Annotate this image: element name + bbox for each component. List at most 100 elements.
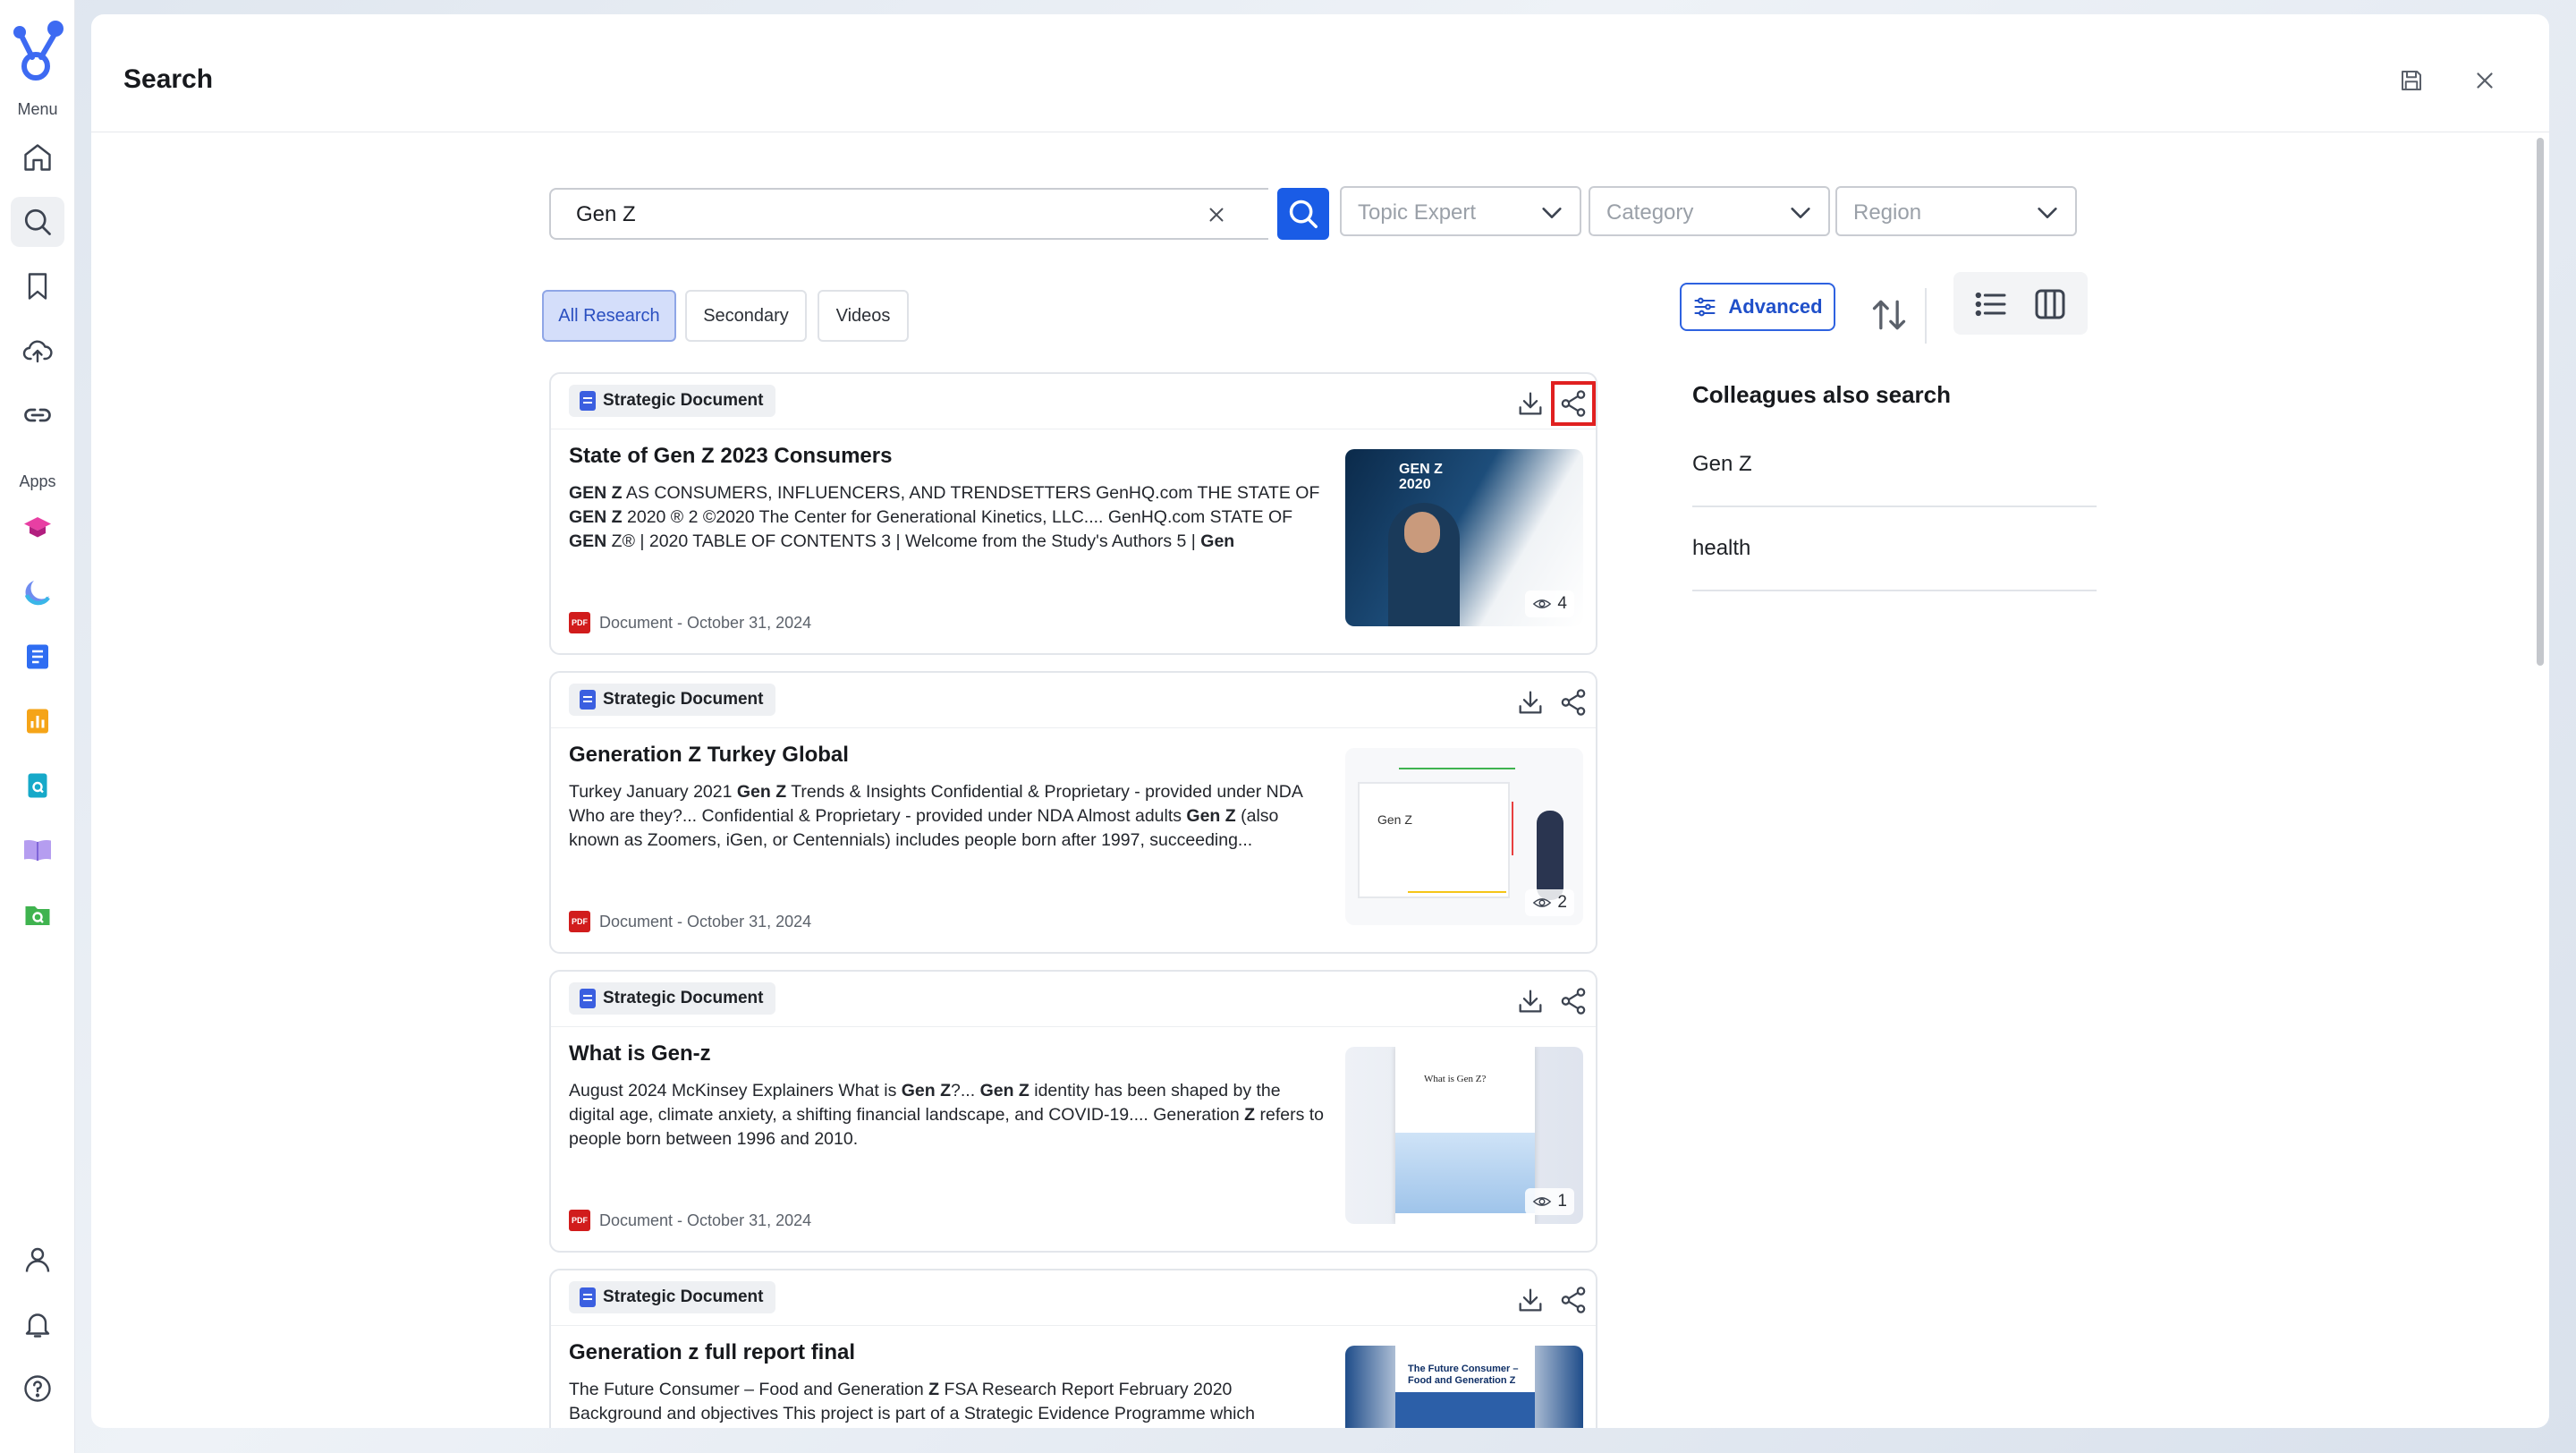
search-icon (1289, 200, 1318, 228)
region-select[interactable]: Region (1835, 186, 2077, 236)
app-analytics[interactable] (11, 567, 64, 617)
form-app-icon (27, 644, 48, 669)
card-topbar: Strategic Document (551, 673, 1596, 728)
result-thumbnail[interactable]: GEN Z 2020 4 (1345, 449, 1583, 626)
view-count: 1 (1525, 1188, 1574, 1215)
advanced-label: Advanced (1728, 295, 1823, 318)
share-button[interactable] (1556, 1283, 1590, 1317)
download-button[interactable] (1513, 387, 1547, 421)
chevron-down-icon (2038, 208, 2057, 218)
result-title[interactable]: State of Gen Z 2023 Consumers (569, 444, 892, 469)
help-nav[interactable] (11, 1364, 64, 1414)
app-library[interactable] (11, 825, 64, 875)
thumbnail-line (1399, 768, 1515, 769)
column-view-icon[interactable] (2032, 286, 2068, 322)
crescent-app-icon (24, 577, 53, 606)
thumbnail-title: The Future Consumer – Food and Generatio… (1408, 1364, 1519, 1386)
result-card[interactable]: Strategic Document State of Gen Z 2023 C… (549, 372, 1597, 655)
share-button[interactable] (1551, 381, 1596, 426)
download-button[interactable] (1513, 984, 1547, 1018)
share-icon (1561, 689, 1586, 716)
thumbnail-image (1395, 1392, 1535, 1428)
save-button[interactable] (2394, 63, 2429, 98)
bell-icon (25, 1313, 50, 1338)
app-folder-search[interactable] (11, 889, 64, 939)
bookmark-icon (28, 273, 47, 300)
download-icon (1519, 392, 1542, 415)
download-button[interactable] (1513, 685, 1547, 719)
result-card[interactable]: Strategic Document Generation z full rep… (549, 1269, 1597, 1428)
share-icon (1561, 988, 1586, 1015)
result-snippet: The Future Consumer – Food and Generatio… (569, 1380, 1256, 1423)
result-title[interactable]: Generation Z Turkey Global (569, 743, 849, 768)
tab-all-research[interactable]: All Research (542, 290, 676, 342)
links-nav[interactable] (11, 390, 64, 440)
app-document-search[interactable] (11, 760, 64, 811)
document-search-app-icon (28, 773, 47, 798)
document-type-badge: Strategic Document (569, 385, 776, 417)
tab-videos[interactable]: Videos (818, 290, 909, 342)
result-title[interactable]: Generation z full report final (569, 1340, 855, 1365)
tab-secondary[interactable]: Secondary (685, 290, 807, 342)
result-card[interactable]: Strategic Document Generation Z Turkey G… (549, 671, 1597, 954)
result-meta: PDF Document - October 31, 2024 (569, 612, 811, 633)
download-button[interactable] (1513, 1283, 1547, 1317)
list-view-icon[interactable] (1973, 286, 2009, 322)
sort-arrows-icon[interactable] (1869, 295, 1909, 335)
card-topbar: Strategic Document (551, 374, 1596, 429)
result-snippet: GEN Z AS CONSUMERS, INFLUENCERS, AND TRE… (569, 483, 1320, 551)
result-snippet: August 2024 McKinsey Explainers What is … (569, 1081, 1325, 1149)
category-placeholder: Category (1606, 200, 1694, 225)
link-icon (24, 408, 51, 422)
pdf-icon: PDF (569, 911, 590, 932)
pdf-icon: PDF (569, 1210, 590, 1231)
vertical-scrollbar[interactable] (2537, 138, 2544, 666)
upload-nav[interactable] (11, 326, 64, 376)
thumbnail-title: What is Gen Z? (1424, 1074, 1487, 1084)
advanced-filters-button[interactable]: Advanced (1680, 283, 1835, 331)
result-thumbnail[interactable]: What is Gen Z? 1 (1345, 1047, 1583, 1224)
clear-search-button[interactable] (1202, 200, 1231, 229)
notifications-nav[interactable] (11, 1299, 64, 1349)
home-nav[interactable] (11, 132, 64, 183)
search-field[interactable] (549, 188, 1268, 240)
search-input[interactable] (576, 200, 1148, 229)
search-icon (24, 208, 51, 235)
view-toggle (1953, 272, 2088, 335)
download-icon (1519, 990, 1542, 1013)
share-button[interactable] (1556, 685, 1590, 719)
share-icon (1561, 1287, 1586, 1313)
download-icon (1519, 1288, 1542, 1312)
close-icon (2477, 72, 2493, 89)
close-button[interactable] (2467, 63, 2503, 98)
result-title[interactable]: What is Gen-z (569, 1041, 711, 1066)
colleagues-heading: Colleagues also search (1692, 381, 1952, 408)
share-button[interactable] (1556, 984, 1590, 1018)
save-icon (2402, 71, 2421, 90)
app-charts[interactable] (11, 696, 64, 746)
result-thumbnail[interactable]: The Future Consumer – Food and Generatio… (1345, 1346, 1583, 1428)
suggested-search-item[interactable]: Gen Z (1692, 423, 2097, 507)
result-thumbnail[interactable]: Gen Z 2 (1345, 748, 1583, 925)
category-select[interactable]: Category (1589, 186, 1830, 236)
apps-section-label: Apps (19, 472, 56, 490)
user-icon (25, 1247, 50, 1272)
app-logo-icon[interactable] (9, 20, 66, 82)
card-topbar: Strategic Document (551, 1270, 1596, 1326)
profile-nav[interactable] (11, 1235, 64, 1285)
card-topbar: Strategic Document (551, 972, 1596, 1027)
document-type-badge: Strategic Document (569, 982, 776, 1015)
bar-chart-app-icon (27, 709, 48, 734)
search-nav[interactable] (11, 197, 64, 247)
topic-expert-placeholder: Topic Expert (1358, 200, 1477, 225)
search-submit-button[interactable] (1277, 188, 1329, 240)
bookmarks-nav[interactable] (11, 261, 64, 311)
thumbnail-line (1512, 802, 1513, 855)
topic-expert-select[interactable]: Topic Expert (1340, 186, 1581, 236)
help-icon (24, 1375, 51, 1402)
app-learning[interactable] (11, 503, 64, 553)
result-card[interactable]: Strategic Document What is Gen-z August … (549, 970, 1597, 1253)
app-forms[interactable] (11, 632, 64, 682)
suggested-search-item[interactable]: health (1692, 507, 2097, 591)
open-book-app-icon (24, 840, 51, 861)
